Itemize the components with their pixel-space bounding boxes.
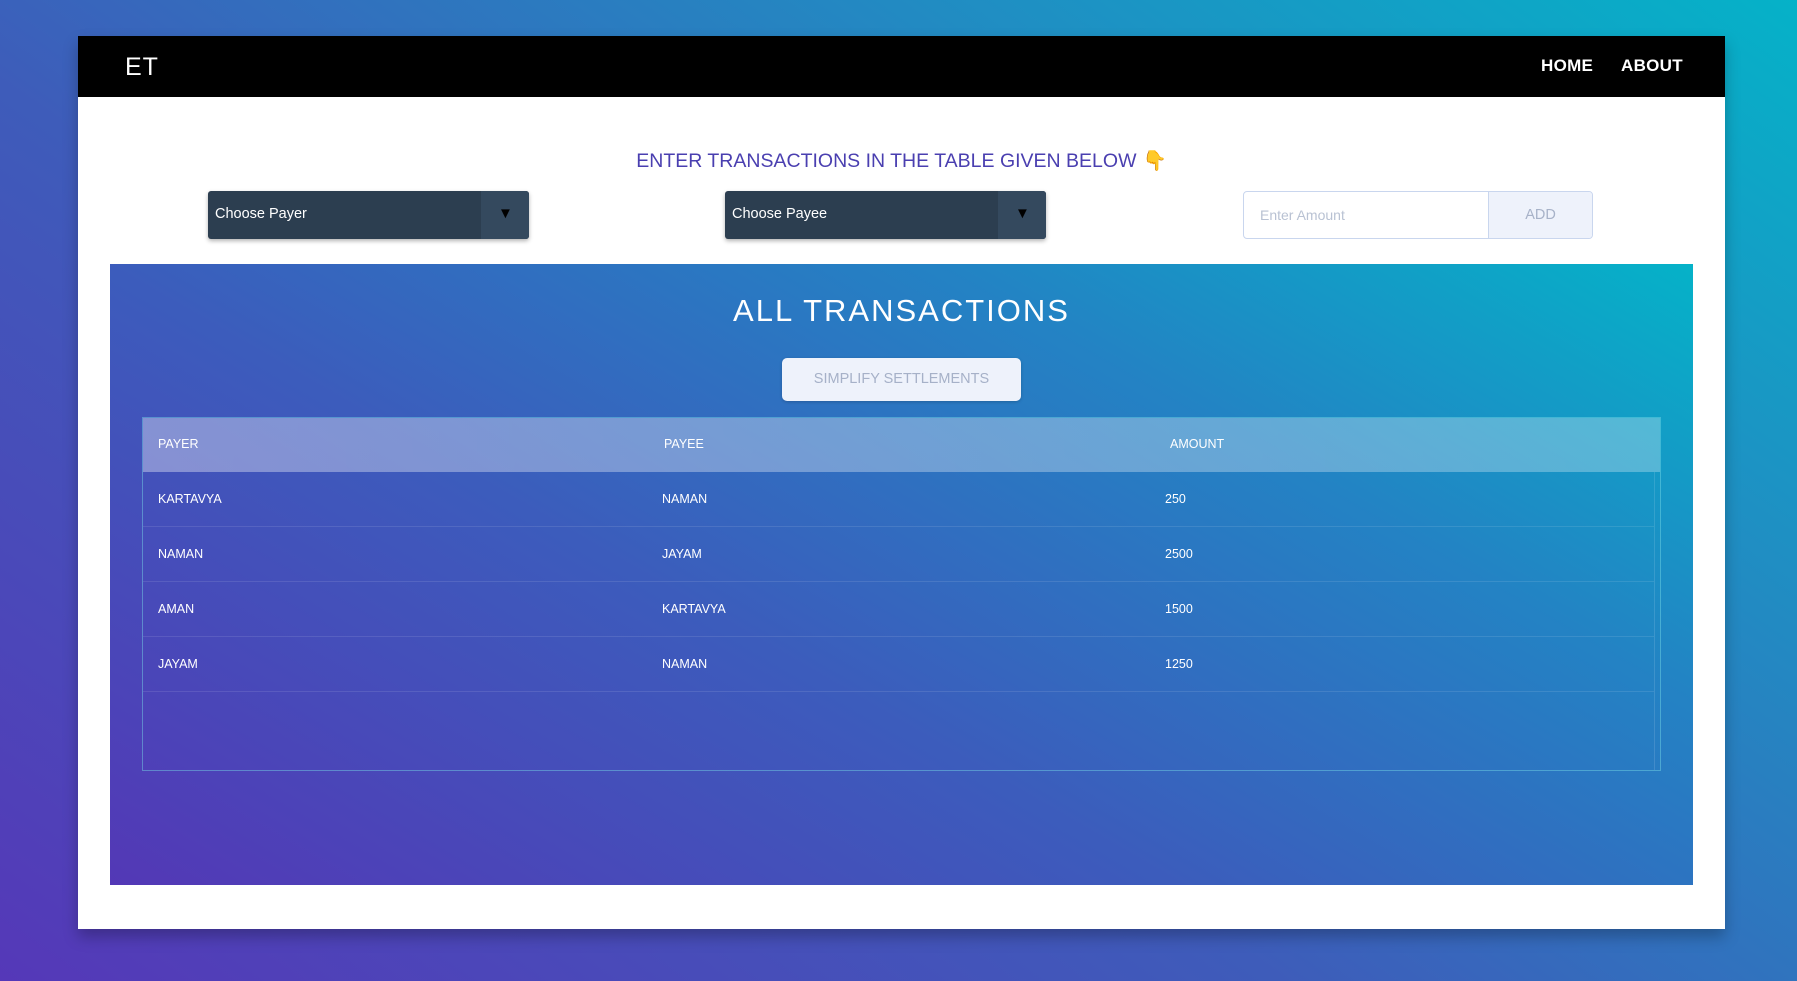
- form-heading: ENTER TRANSACTIONS IN THE TABLE GIVEN BE…: [78, 149, 1725, 173]
- pointing-down-icon: 👇: [1142, 150, 1167, 172]
- main-card: ET HOME ABOUT ENTER TRANSACTIONS IN THE …: [78, 36, 1725, 929]
- cell-payer: NAMAN: [158, 547, 204, 561]
- table-row: AMAN KARTAVYA 1500: [143, 582, 1654, 637]
- table-scrollbar[interactable]: [1654, 472, 1655, 770]
- column-header-amount: AMOUNT: [1170, 437, 1225, 451]
- cell-payee: NAMAN: [662, 657, 708, 671]
- column-header-payer: PAYER: [158, 437, 199, 451]
- transactions-table: PAYER PAYEE AMOUNT KARTAVYA NAMAN 250 NA…: [142, 417, 1661, 771]
- cell-payee: NAMAN: [662, 492, 708, 506]
- amount-input-group: ADD: [1243, 191, 1593, 239]
- form-heading-text: ENTER TRANSACTIONS IN THE TABLE GIVEN BE…: [636, 150, 1137, 172]
- payee-select-value: Choose Payee: [732, 206, 828, 222]
- cell-payee: KARTAVYA: [662, 602, 726, 616]
- table-row: KARTAVYA NAMAN 250: [143, 472, 1654, 527]
- cell-amount: 2500: [1165, 547, 1193, 561]
- table-row: NAMAN JAYAM 2500: [143, 527, 1654, 582]
- cell-payer: KARTAVYA: [158, 492, 222, 506]
- transactions-panel: ALL TRANSACTIONS SIMPLIFY SETTLEMENTS PA…: [110, 264, 1693, 885]
- cell-amount: 1250: [1165, 657, 1193, 671]
- payee-select[interactable]: Choose Payee ▼: [725, 191, 1046, 239]
- navbar: ET HOME ABOUT: [78, 36, 1725, 97]
- cell-payer: JAYAM: [158, 657, 198, 671]
- cell-payer: AMAN: [158, 602, 195, 616]
- cell-payee: JAYAM: [662, 547, 702, 561]
- table-header: PAYER PAYEE AMOUNT: [143, 418, 1660, 472]
- payer-select-toggle[interactable]: ▼: [481, 191, 529, 239]
- add-button[interactable]: ADD: [1488, 192, 1592, 238]
- nav-about-link[interactable]: ABOUT: [1621, 56, 1683, 76]
- payer-select-value: Choose Payer: [215, 206, 307, 222]
- caret-down-icon: ▼: [498, 205, 513, 222]
- nav-home-link[interactable]: HOME: [1541, 56, 1593, 76]
- column-header-payee: PAYEE: [664, 437, 704, 451]
- caret-down-icon: ▼: [1015, 205, 1030, 222]
- cell-amount: 250: [1165, 492, 1186, 506]
- simplify-settlements-button[interactable]: SIMPLIFY SETTLEMENTS: [782, 358, 1021, 401]
- payee-select-toggle[interactable]: ▼: [998, 191, 1046, 239]
- transactions-title: ALL TRANSACTIONS: [733, 293, 1070, 328]
- cell-amount: 1500: [1165, 602, 1193, 616]
- payer-select[interactable]: Choose Payer ▼: [208, 191, 529, 239]
- table-row: JAYAM NAMAN 1250: [143, 637, 1654, 692]
- brand-logo[interactable]: ET: [125, 53, 159, 82]
- amount-input[interactable]: [1244, 192, 1488, 238]
